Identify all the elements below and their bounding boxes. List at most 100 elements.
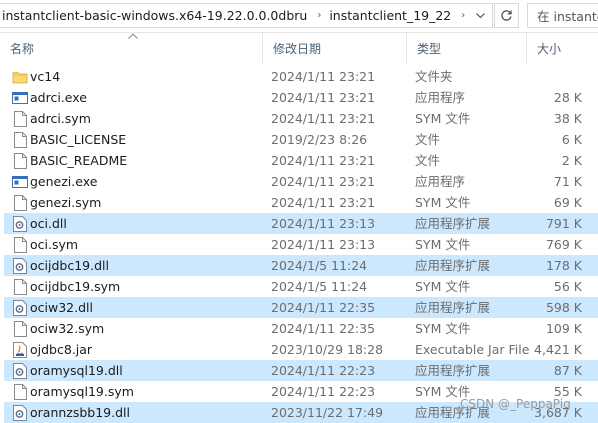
file-icon — [12, 318, 28, 339]
file-modified-date: 2024/1/11 22:23 — [271, 384, 376, 399]
sort-ascending-icon — [128, 31, 138, 42]
dll-icon — [12, 255, 28, 276]
file-modified-date: 2024/1/5 11:24 — [271, 279, 368, 294]
file-row[interactable]: BASIC_README 2024/1/11 23:21 文件 2 K — [4, 150, 598, 171]
jar-icon — [12, 339, 28, 360]
exe-icon — [12, 171, 28, 192]
file-row[interactable]: oci.sym 2024/1/11 23:13 SYM 文件 769 K — [4, 234, 598, 255]
file-modified-date: 2024/1/11 22:35 — [271, 321, 376, 336]
file-icon — [12, 276, 28, 297]
column-size-label: 大小 — [537, 41, 562, 56]
dll-icon — [12, 297, 28, 318]
folder-icon — [12, 66, 28, 87]
file-row[interactable]: adrci.exe 2024/1/11 23:21 应用程序 28 K — [4, 87, 598, 108]
file-row[interactable]: ocijdbc19.sym 2024/1/5 11:24 SYM 文件 56 K — [4, 276, 598, 297]
file-name[interactable]: ojdbc8.jar — [30, 339, 266, 360]
chevron-right-icon[interactable]: › — [455, 10, 471, 21]
breadcrumb[interactable]: instantclient-basic-windows.x64-19.22.0.… — [0, 3, 493, 28]
file-row[interactable]: ociw32.sym 2024/1/11 22:35 SYM 文件 109 K — [4, 318, 598, 339]
refresh-button[interactable] — [494, 3, 519, 28]
file-type: SYM 文件 — [415, 111, 471, 126]
file-name[interactable]: genezi.sym — [30, 192, 266, 213]
file-size: 71 K — [553, 174, 582, 189]
file-size: 38 K — [553, 111, 582, 126]
file-name[interactable]: oci.dll — [30, 213, 266, 234]
file-row[interactable]: ojdbc8.jar 2023/10/29 18:28 Executable Jar… — [4, 339, 598, 360]
file-name[interactable]: BASIC_LICENSE — [30, 129, 266, 150]
file-name[interactable]: orannzsbb19.dll — [30, 402, 266, 423]
file-row[interactable]: genezi.sym 2024/1/11 23:21 SYM 文件 69 K — [4, 192, 598, 213]
chevron-right-icon[interactable]: › — [311, 10, 327, 21]
breadcrumb-item-parent[interactable]: instantclient-basic-windows.x64-19.22.0.… — [0, 8, 311, 23]
file-type: 文件 — [415, 153, 441, 168]
file-modified-date: 2024/1/11 23:21 — [271, 174, 376, 189]
file-name[interactable]: BASIC_README — [30, 150, 266, 171]
file-name[interactable]: vc14 — [30, 66, 266, 87]
file-modified-date: 2024/1/11 23:13 — [271, 216, 376, 231]
file-size: 6 K — [561, 132, 582, 147]
column-name-label: 名称 — [10, 41, 35, 56]
dll-icon — [12, 213, 28, 234]
file-size: 178 K — [545, 258, 582, 273]
file-icon — [12, 192, 28, 213]
refresh-icon — [501, 10, 512, 21]
file-icon — [12, 108, 28, 129]
file-modified-date: 2024/1/11 23:21 — [271, 69, 376, 84]
file-name[interactable]: ocijdbc19.dll — [30, 255, 266, 276]
file-icon — [12, 129, 28, 150]
file-row[interactable]: ociw32.dll 2024/1/11 22:35 应用程序扩展 598 K — [4, 297, 598, 318]
file-type: 应用程序 — [415, 90, 466, 105]
file-name[interactable]: ociw32.dll — [30, 297, 266, 318]
file-size: 69 K — [553, 195, 582, 210]
file-row[interactable]: genezi.exe 2024/1/11 23:21 应用程序 71 K — [4, 171, 598, 192]
file-size: 769 K — [545, 237, 582, 252]
file-size: 4,421 K — [534, 342, 582, 357]
file-name[interactable]: oramysql19.dll — [30, 360, 266, 381]
file-modified-date: 2023/11/22 17:49 — [271, 405, 384, 420]
file-name[interactable]: adrci.sym — [30, 108, 266, 129]
dll-icon — [12, 402, 28, 423]
file-row[interactable]: vc14 2024/1/11 23:21 文件夹 — [4, 66, 598, 87]
file-modified-date: 2019/2/23 8:26 — [271, 132, 368, 147]
file-size: 598 K — [545, 300, 582, 315]
file-name[interactable]: oci.sym — [30, 234, 266, 255]
file-row[interactable]: adrci.sym 2024/1/11 23:21 SYM 文件 38 K — [4, 108, 598, 129]
file-type: SYM 文件 — [415, 321, 471, 336]
column-header: 名称 修改日期 类型 大小 — [0, 33, 598, 63]
file-modified-date: 2024/1/11 23:21 — [271, 90, 376, 105]
file-type: 文件夹 — [415, 69, 453, 84]
column-name-header[interactable]: 名称 — [0, 33, 262, 63]
file-type: Executable Jar File — [415, 342, 530, 357]
file-row[interactable]: ocijdbc19.dll 2024/1/5 11:24 应用程序扩展 178 K — [4, 255, 598, 276]
file-name[interactable]: ociw32.sym — [30, 318, 266, 339]
file-name[interactable]: adrci.exe — [30, 87, 266, 108]
file-modified-date: 2024/1/11 23:21 — [271, 195, 376, 210]
file-row[interactable]: BASIC_LICENSE 2019/2/23 8:26 文件 6 K — [4, 129, 598, 150]
file-modified-date: 2024/1/11 22:35 — [271, 300, 376, 315]
file-name[interactable]: ocijdbc19.sym — [30, 276, 266, 297]
file-size — [530, 66, 582, 87]
file-row[interactable]: oci.dll 2024/1/11 23:13 应用程序扩展 791 K — [4, 213, 598, 234]
file-name[interactable]: genezi.exe — [30, 171, 266, 192]
file-modified-date: 2023/10/29 18:28 — [271, 342, 384, 357]
watermark: CSDN @_PeppaPig — [460, 397, 571, 411]
file-type: SYM 文件 — [415, 195, 471, 210]
search-input[interactable]: 在 instantcl — [527, 3, 598, 28]
file-modified-date: 2024/1/5 11:24 — [271, 258, 368, 273]
file-size: 28 K — [553, 90, 582, 105]
breadcrumb-item-current[interactable]: instantclient_19_22 — [327, 8, 455, 23]
file-row[interactable]: oramysql19.dll 2024/1/11 22:23 应用程序扩展 87 K — [4, 360, 598, 381]
file-type: 应用程序扩展 — [415, 258, 491, 273]
file-modified-date: 2024/1/11 23:21 — [271, 111, 376, 126]
file-size: 56 K — [553, 279, 582, 294]
exe-icon — [12, 87, 28, 108]
column-type-header[interactable]: 类型 — [406, 33, 526, 63]
file-name[interactable]: oramysql19.sym — [30, 381, 266, 402]
column-type-label: 类型 — [417, 41, 442, 56]
file-type: SYM 文件 — [415, 279, 471, 294]
search-placeholder: 在 instantcl — [537, 9, 598, 24]
column-size-header[interactable]: 大小 — [526, 33, 598, 63]
column-date-header[interactable]: 修改日期 — [262, 33, 406, 63]
file-icon — [12, 381, 28, 402]
chevron-down-icon[interactable] — [472, 4, 488, 27]
